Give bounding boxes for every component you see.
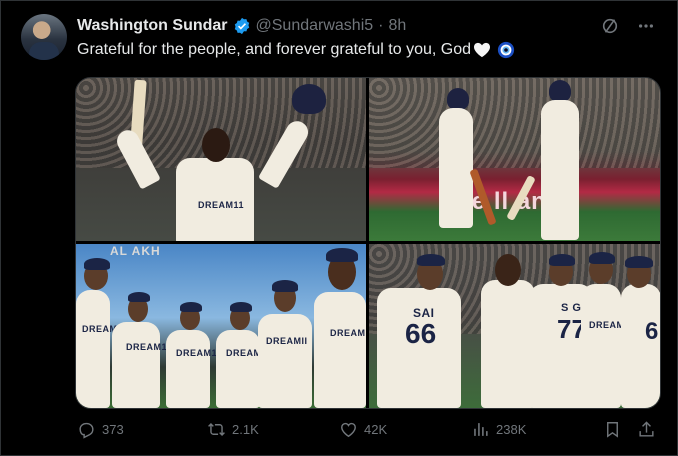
white-heart-emoji-icon bbox=[474, 42, 491, 58]
photo-batters-running[interactable]: He ll ance bbox=[369, 78, 660, 241]
player-right bbox=[581, 284, 621, 408]
helmet bbox=[447, 88, 469, 110]
like-count: 42K bbox=[364, 422, 388, 437]
nazar-amulet-emoji-icon bbox=[497, 41, 515, 59]
author-name[interactable]: Washington Sundar bbox=[77, 17, 228, 35]
bookmark-icon bbox=[607, 422, 618, 438]
player-6-jersey: DREAM bbox=[330, 328, 366, 338]
player-cap bbox=[272, 280, 298, 292]
batter-head bbox=[202, 128, 230, 162]
player-5 bbox=[258, 314, 312, 408]
player-cap bbox=[417, 254, 445, 266]
crowd-background bbox=[369, 78, 660, 168]
player-1 bbox=[76, 290, 110, 408]
photo-team-huddle[interactable]: SAI 66 S GILL 77 DREAM11 6 bbox=[369, 244, 660, 408]
views-button[interactable]: 238K bbox=[471, 420, 526, 439]
player-cap bbox=[180, 302, 202, 312]
reply-button[interactable]: 373 bbox=[77, 420, 124, 439]
player-cap bbox=[230, 302, 252, 312]
repost-button[interactable]: 2.1K bbox=[207, 420, 259, 439]
player-4 bbox=[216, 330, 260, 408]
grok-icon[interactable] bbox=[601, 17, 619, 35]
tweet-card: Washington Sundar @Sundarwashi5 · 8h Gra… bbox=[0, 0, 678, 456]
reply-icon bbox=[79, 422, 94, 439]
bookmark-button[interactable] bbox=[603, 420, 622, 439]
share-button[interactable] bbox=[637, 420, 656, 439]
player-number-6: 6 bbox=[645, 318, 659, 345]
post-time[interactable]: 8h bbox=[388, 17, 406, 35]
reply-count: 373 bbox=[102, 422, 124, 437]
separator-dot: · bbox=[378, 17, 384, 34]
player-far-right bbox=[621, 284, 660, 408]
player-center bbox=[481, 280, 535, 408]
player-cap bbox=[589, 252, 615, 264]
player-cap bbox=[326, 248, 358, 262]
view-count: 238K bbox=[496, 422, 527, 437]
media-grid: DREAM11 He ll ance AL AKH DREAM DREAM11 bbox=[75, 77, 661, 409]
helmet bbox=[549, 80, 571, 102]
tweet-header: Washington Sundar @Sundarwashi5 · 8h bbox=[77, 15, 406, 37]
more-options-icon[interactable] bbox=[637, 17, 655, 35]
jersey-sponsor-text: DREAM11 bbox=[198, 200, 245, 210]
player-5-jersey: DREAMII bbox=[266, 336, 308, 346]
verified-badge-icon bbox=[234, 17, 249, 35]
player-3 bbox=[166, 330, 210, 408]
tweet-body: Grateful for the people, and forever gra… bbox=[77, 41, 472, 58]
tweet-top-actions bbox=[601, 17, 655, 35]
tweet-actions-bar: 373 2.1K 42K 238K bbox=[75, 420, 659, 442]
helmet bbox=[292, 84, 326, 114]
photo-batter-celebrating[interactable]: DREAM11 bbox=[76, 78, 366, 241]
batter-right bbox=[541, 100, 579, 240]
player-head bbox=[495, 254, 521, 286]
player-2 bbox=[112, 322, 160, 408]
player-cap bbox=[128, 292, 150, 302]
photo-team-walking[interactable]: AL AKH DREAM DREAM11 DREAM11 DREAM11 DRE… bbox=[76, 244, 366, 408]
player-cap bbox=[84, 258, 110, 270]
player-6 bbox=[314, 292, 366, 408]
repost-icon bbox=[208, 422, 225, 437]
repost-count: 2.1K bbox=[232, 422, 259, 437]
player-cap bbox=[625, 256, 653, 268]
analytics-icon bbox=[474, 423, 488, 436]
share-icon bbox=[639, 421, 654, 437]
author-avatar[interactable] bbox=[21, 14, 67, 60]
author-handle[interactable]: @Sundarwashi5 bbox=[256, 17, 374, 35]
player-number-66: 66 bbox=[405, 318, 437, 349]
like-button[interactable]: 42K bbox=[339, 420, 387, 439]
avatar-shirt bbox=[29, 42, 59, 60]
heart-icon bbox=[341, 422, 356, 438]
player-cap bbox=[549, 254, 575, 266]
batter-left bbox=[439, 108, 473, 228]
tweet-text: Grateful for the people, and forever gra… bbox=[77, 41, 515, 59]
